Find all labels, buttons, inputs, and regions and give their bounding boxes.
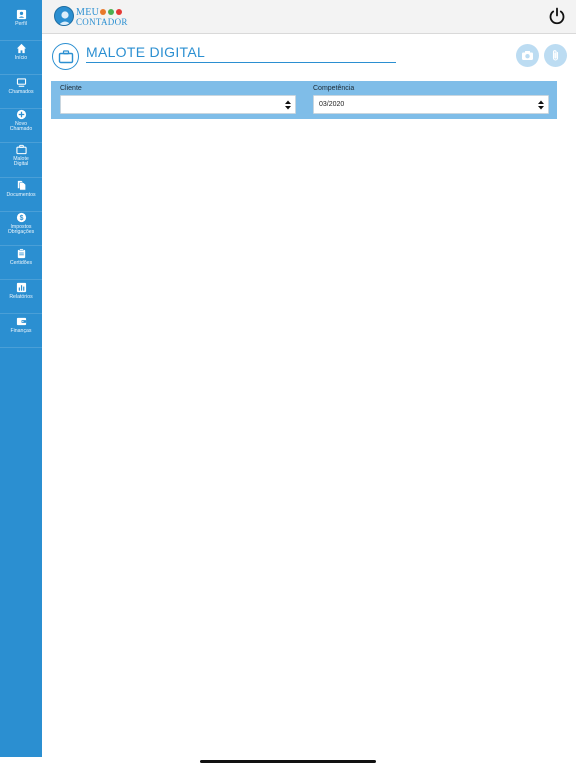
power-button[interactable] [548,7,566,25]
sidebar: Perfil Início Chamados Novo Chamado Malo… [0,0,42,757]
home-icon [16,43,26,54]
clipboard-icon [17,248,25,259]
sidebar-item-label: Perfil [15,21,27,27]
sidebar-item-chamados[interactable]: Chamados [0,74,42,109]
sidebar-item-perfil[interactable]: Perfil [0,6,42,41]
sidebar-item-label: Impostos Obrigações [7,224,35,236]
attach-button[interactable] [544,44,567,67]
page-title: MALOTE DIGITAL [86,44,206,60]
sidebar-item-relatorios[interactable]: Relatórios [0,279,42,314]
title-divider [86,62,396,63]
logo-text-line2: CONTADOR [76,17,128,27]
bar-chart-icon [16,282,26,293]
power-icon [549,7,565,25]
filter-panel: Cliente Competência 03/2020 [51,81,557,119]
svg-text:$: $ [19,215,23,222]
logo-dot-red [116,9,122,15]
briefcase-icon [58,49,73,63]
camera-icon [522,51,533,60]
logo-dot-orange [100,9,106,15]
sidebar-item-label: Finanças [10,328,32,334]
documents-icon [17,180,26,191]
add-circle-icon [16,109,26,120]
briefcase-icon [15,144,27,155]
logo-dot-green [108,9,114,15]
sidebar-item-certidoes[interactable]: Certidões [0,245,42,280]
cliente-label: Cliente [60,85,82,92]
wallet-icon [16,317,26,326]
sidebar-item-inicio[interactable]: Início [0,40,42,75]
top-bar: MEU CONTADOR [42,0,576,34]
select-arrows-icon [285,100,291,110]
profile-icon [16,9,26,20]
select-arrows-icon [538,100,544,110]
sidebar-item-label: Início [14,55,28,61]
sidebar-item-financas[interactable]: Finanças [0,313,42,348]
paperclip-icon [552,50,559,61]
page-title-icon [52,43,79,70]
sidebar-item-documentos[interactable]: Documentos [0,177,42,212]
competencia-label: Competência [313,85,355,92]
competencia-select[interactable]: 03/2020 [313,95,549,114]
competencia-select-value: 03/2020 [319,101,345,108]
app-logo[interactable]: MEU CONTADOR [54,5,134,29]
camera-button[interactable] [516,44,539,67]
inbox-icon [16,78,26,87]
sidebar-item-label: Novo Chamado [9,121,33,133]
sidebar-item-label: Relatórios [9,294,33,300]
sidebar-item-label: Malote Digital [13,156,29,168]
logo-avatar-icon [54,6,74,26]
sidebar-item-label: Chamados [8,89,34,95]
sidebar-item-label: Documentos [6,192,36,198]
sidebar-item-impostos[interactable]: $ Impostos Obrigações [0,209,42,246]
sidebar-item-malote-digital[interactable]: Malote Digital [0,141,42,178]
sidebar-item-novo-chamado[interactable]: Novo Chamado [0,106,42,143]
sidebar-item-label: Certidões [9,260,33,266]
dollar-icon: $ [16,212,26,223]
cliente-select[interactable] [60,95,296,114]
home-indicator [200,760,376,763]
